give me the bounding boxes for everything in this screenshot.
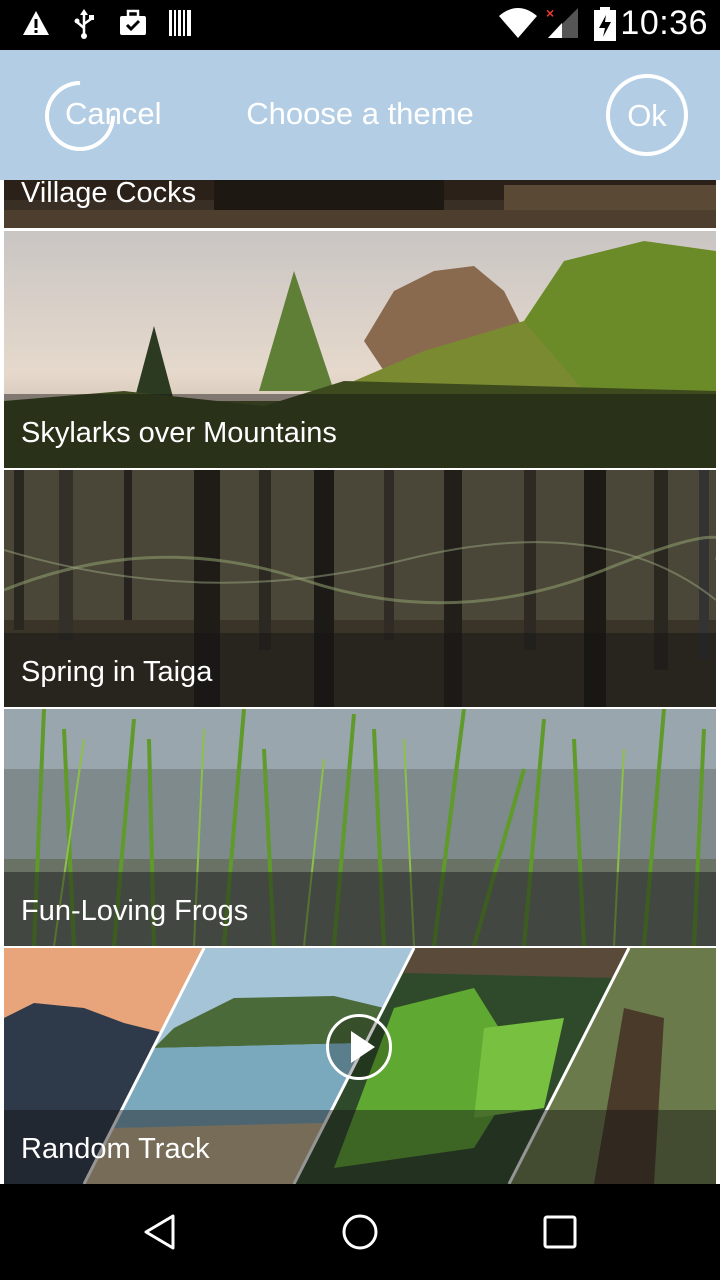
theme-item-random-track[interactable]: Random Track	[4, 948, 716, 1184]
barcode-icon	[169, 10, 191, 36]
svg-text:×: ×	[546, 6, 554, 21]
theme-item-fun-loving-frogs[interactable]: Fun-Loving Frogs	[4, 709, 716, 946]
back-icon[interactable]	[140, 1212, 180, 1252]
theme-caption: Fun-Loving Frogs	[21, 895, 249, 927]
usb-icon	[74, 9, 94, 39]
header-bar: Cancel Choose a theme Ok	[0, 50, 720, 180]
theme-item-spring-in-taiga[interactable]: Spring in Taiga	[4, 470, 716, 707]
signal-icon: ×	[546, 6, 578, 38]
ok-button[interactable]: Ok	[606, 74, 688, 156]
theme-list[interactable]: Village Cocks Skylarks over Mountains Sp…	[0, 180, 720, 1184]
theme-caption: Village Cocks	[21, 180, 197, 209]
status-time: 10:36	[620, 4, 708, 42]
status-bar: × 10:36	[0, 0, 720, 50]
battery-icon	[594, 7, 616, 41]
warning-icon	[23, 11, 49, 35]
theme-caption: Skylarks over Mountains	[21, 417, 337, 449]
wifi-icon	[499, 8, 537, 38]
theme-caption: Random Track	[21, 1133, 210, 1165]
theme-item-village-cocks[interactable]: Village Cocks	[4, 180, 716, 228]
play-icon[interactable]	[326, 1014, 392, 1080]
recents-icon[interactable]	[540, 1212, 580, 1252]
theme-item-skylarks-over-mountains[interactable]: Skylarks over Mountains	[4, 231, 716, 468]
briefcase-check-icon	[120, 9, 146, 35]
theme-caption: Spring in Taiga	[21, 656, 213, 688]
ok-label: Ok	[627, 98, 667, 133]
home-icon[interactable]	[340, 1212, 380, 1252]
navigation-bar	[0, 1184, 720, 1280]
